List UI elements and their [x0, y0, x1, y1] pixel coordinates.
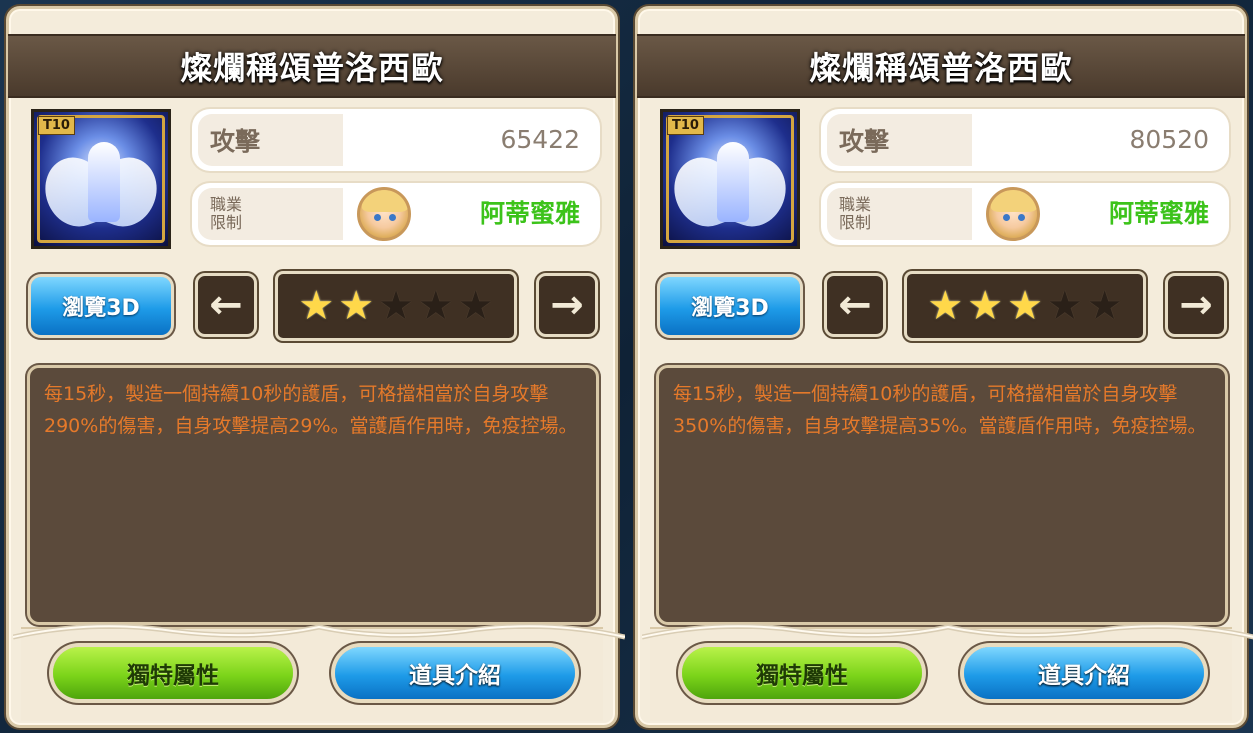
- avatar-eye: [389, 214, 396, 221]
- character-avatar-icon: [357, 187, 411, 241]
- item-portrait: T10: [31, 109, 171, 249]
- star-filled-icon: ★: [967, 283, 1004, 329]
- arrow-right-icon: →: [1179, 282, 1213, 328]
- item-title: 燦爛稱頌普洛西歐: [808, 49, 1073, 87]
- avatar-hair: [362, 190, 408, 212]
- item-intro-button[interactable]: 道具介紹: [335, 647, 575, 699]
- job-label: 職業 限制: [839, 195, 872, 232]
- arrow-left-icon: ←: [838, 282, 872, 328]
- arrow-left-icon: ←: [209, 282, 243, 328]
- character-avatar-icon: [986, 187, 1040, 241]
- item-title-bar: 燦爛稱頌普洛西歐: [8, 34, 616, 98]
- arrow-right-icon: →: [550, 282, 584, 328]
- star-filled-icon: ★: [338, 283, 375, 329]
- star-filled-icon: ★: [1007, 283, 1043, 329]
- item-description: 每15秒，製造一個持續10秒的護盾，可格擋相當於自身攻擊350%的傷害，自身攻擊…: [656, 365, 1228, 625]
- job-label: 職業 限制: [210, 195, 243, 232]
- prev-star-button[interactable]: ←: [824, 273, 886, 337]
- attack-value: 80520: [1129, 125, 1209, 154]
- view-3d-button[interactable]: 瀏覽3D: [660, 277, 800, 335]
- attack-label-box: 攻擊: [827, 114, 975, 166]
- job-label-box: 職業 限制: [198, 188, 346, 240]
- unique-attribute-button[interactable]: 獨特屬性: [682, 647, 922, 699]
- star-rating: ★ ★ ★ ★ ★: [904, 271, 1146, 341]
- avatar-eye: [1003, 214, 1010, 221]
- attack-label-box: 攻擊: [198, 114, 346, 166]
- star-empty-icon: ★: [378, 283, 414, 329]
- avatar-eye: [374, 214, 381, 221]
- tier-badge: T10: [667, 116, 704, 135]
- item-panel-right: 燦爛稱頌普洛西歐 T10 攻擊 80520 職業 限制 阿蒂蜜雅 瀏覽3D ← …: [635, 6, 1253, 728]
- attack-label: 攻擊: [210, 127, 261, 156]
- star-empty-icon: ★: [1086, 283, 1123, 329]
- bottom-button-bar: 獨特屬性 道具介紹: [642, 623, 1253, 721]
- next-star-button[interactable]: →: [1165, 273, 1227, 337]
- prev-star-button[interactable]: ←: [195, 273, 257, 337]
- star-empty-icon: ★: [417, 283, 454, 329]
- avatar-hair: [991, 190, 1037, 212]
- view-3d-button[interactable]: 瀏覽3D: [31, 277, 171, 335]
- job-label-box: 職業 限制: [827, 188, 975, 240]
- job-restriction-row: 職業 限制 阿蒂蜜雅: [192, 183, 600, 245]
- leaf-ornament-icon: [13, 623, 625, 640]
- avatar-eye: [1018, 214, 1025, 221]
- star-filled-icon: ★: [298, 283, 335, 329]
- item-panel-left: 燦爛稱頌普洛西歐 T10 攻擊 65422 職業 限制 阿蒂蜜雅 瀏覽3D ← …: [6, 6, 625, 728]
- item-title: 燦爛稱頌普洛西歐: [179, 49, 444, 87]
- star-rating: ★ ★ ★ ★ ★: [275, 271, 517, 341]
- bottom-button-bar: 獨特屬性 道具介紹: [13, 623, 625, 721]
- item-description: 每15秒，製造一個持續10秒的護盾，可格擋相當於自身攻擊290%的傷害，自身攻擊…: [27, 365, 599, 625]
- job-value: 阿蒂蜜雅: [1108, 199, 1209, 228]
- attack-label: 攻擊: [839, 127, 890, 156]
- next-star-button[interactable]: →: [536, 273, 598, 337]
- item-intro-button[interactable]: 道具介紹: [964, 647, 1204, 699]
- item-title-bar: 燦爛稱頌普洛西歐: [637, 34, 1245, 98]
- job-restriction-row: 職業 限制 阿蒂蜜雅: [821, 183, 1229, 245]
- star-filled-icon: ★: [927, 283, 964, 329]
- tier-badge: T10: [38, 116, 75, 135]
- star-empty-icon: ★: [457, 283, 494, 329]
- leaf-ornament-icon: [642, 623, 1253, 640]
- job-value: 阿蒂蜜雅: [479, 199, 580, 228]
- attack-row: 攻擊 80520: [821, 109, 1229, 171]
- item-portrait: T10: [660, 109, 800, 249]
- unique-attribute-button[interactable]: 獨特屬性: [53, 647, 293, 699]
- attack-row: 攻擊 65422: [192, 109, 600, 171]
- star-empty-icon: ★: [1046, 283, 1083, 329]
- attack-value: 65422: [500, 125, 580, 154]
